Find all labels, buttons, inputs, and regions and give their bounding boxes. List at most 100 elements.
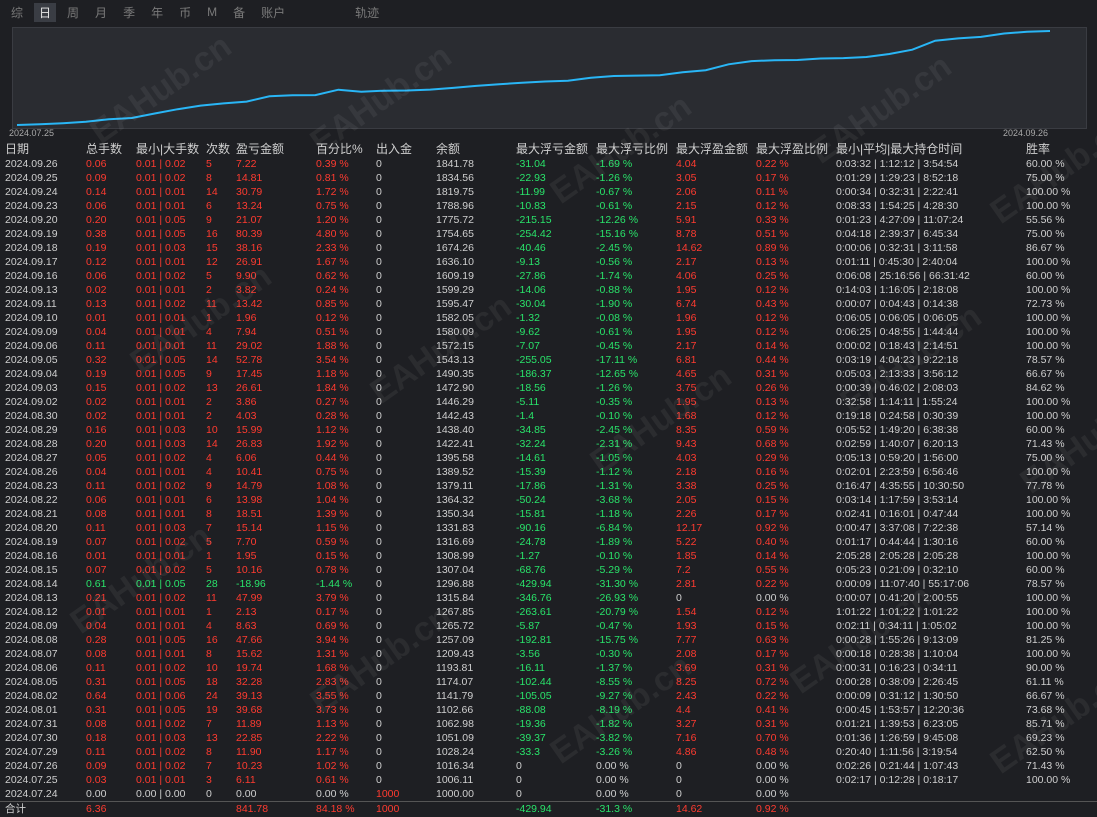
tab-9[interactable]: 账户 xyxy=(256,3,290,22)
cell-percent: 0.12 % xyxy=(316,312,349,324)
table-row[interactable]: 2024.08.21 0.08 0.01 | 0.01 8 18.51 1.39 % 0 13… xyxy=(0,507,1097,521)
table-row[interactable]: 2024.09.09 0.04 0.01 | 0.01 4 7.94 0.51 % 0 158… xyxy=(0,325,1097,339)
table-row[interactable]: 2024.07.30 0.18 0.01 | 0.03 13 22.85 2.22 % 0 1… xyxy=(0,731,1097,745)
tab-0[interactable]: 综 xyxy=(6,3,28,22)
table-row[interactable]: 2024.08.26 0.04 0.01 | 0.01 4 10.41 0.75 % 0 13… xyxy=(0,465,1097,479)
header-max-float-loss-pct[interactable]: 最大浮亏比例 xyxy=(596,141,668,157)
header-count[interactable]: 次数 xyxy=(206,141,230,157)
cell-percent: 2.22 % xyxy=(316,732,349,744)
header-date[interactable]: 日期 xyxy=(5,141,29,157)
table-row[interactable]: 2024.09.23 0.06 0.01 | 0.01 6 13.24 0.75 % 0 17… xyxy=(0,199,1097,213)
cell-max-float-profit: 2.26 xyxy=(676,508,697,520)
table-row[interactable]: 2024.09.10 0.01 0.01 | 0.01 1 1.96 0.12 % 0 158… xyxy=(0,311,1097,325)
table-row[interactable]: 2024.09.13 0.02 0.01 | 0.01 2 3.82 0.24 % 0 159… xyxy=(0,283,1097,297)
table-row[interactable]: 2024.08.05 0.31 0.01 | 0.05 18 32.28 2.83 % 0 1… xyxy=(0,675,1097,689)
cell-max-float-loss: -429.94 xyxy=(516,578,552,590)
table-row[interactable]: 2024.09.05 0.32 0.01 | 0.05 14 52.78 3.54 % 0 1… xyxy=(0,353,1097,367)
table-row[interactable]: 2024.07.25 0.03 0.01 | 0.01 3 6.11 0.61 % 0 100… xyxy=(0,773,1097,787)
table-row[interactable]: 2024.08.08 0.28 0.01 | 0.05 16 47.66 3.94 % 0 1… xyxy=(0,633,1097,647)
header-pnl[interactable]: 盈亏金额 xyxy=(236,141,284,157)
tab-8[interactable]: 备 xyxy=(228,3,250,22)
cell-max-float-profit-pct: 0.44 % xyxy=(756,354,789,366)
cell-max-float-loss: -33.3 xyxy=(516,746,540,758)
table-row[interactable]: 2024.08.02 0.64 0.01 | 0.06 24 39.13 3.55 % 0 1… xyxy=(0,689,1097,703)
table-row[interactable]: 2024.09.03 0.15 0.01 | 0.02 13 26.61 1.84 % 0 1… xyxy=(0,381,1097,395)
table-row[interactable]: 2024.08.07 0.08 0.01 | 0.01 8 15.62 1.31 % 0 12… xyxy=(0,647,1097,661)
header-percent[interactable]: 百分比% xyxy=(316,141,363,157)
cell-max-float-profit-pct: 0.12 % xyxy=(756,312,789,324)
cell-max-float-profit: 2.05 xyxy=(676,494,697,506)
cell-hold-time: 0:00:28 | 1:55:26 | 9:13:09 xyxy=(836,634,959,646)
cell-percent: 2.83 % xyxy=(316,676,349,688)
header-min-max-lots[interactable]: 最小|大手数 xyxy=(136,141,199,157)
tab-4[interactable]: 季 xyxy=(118,3,140,22)
table-row[interactable]: 2024.09.19 0.38 0.01 | 0.05 16 80.39 4.80 % 0 1… xyxy=(0,227,1097,241)
cell-percent: 0.39 % xyxy=(316,158,349,170)
table-row[interactable]: 2024.09.26 0.06 0.01 | 0.02 5 7.22 0.39 % 0 184… xyxy=(0,157,1097,171)
cell-date: 2024.08.27 xyxy=(5,452,58,464)
cell-hold-time: 0:00:09 | 11:07:40 | 55:17:06 xyxy=(836,578,970,590)
table-row[interactable]: 2024.08.28 0.20 0.01 | 0.03 14 26.83 1.92 % 0 1… xyxy=(0,437,1097,451)
table-row[interactable]: 2024.08.12 0.01 0.01 | 0.01 1 2.13 0.17 % 0 126… xyxy=(0,605,1097,619)
table-row[interactable]: 2024.08.29 0.16 0.01 | 0.03 10 15.99 1.12 % 0 1… xyxy=(0,423,1097,437)
cell-max-float-profit-pct: 0.22 % xyxy=(756,690,789,702)
table-row[interactable]: 2024.08.27 0.05 0.01 | 0.02 4 6.06 0.44 % 0 139… xyxy=(0,451,1097,465)
table-row[interactable]: 2024.09.06 0.11 0.01 | 0.01 11 29.02 1.88 % 0 1… xyxy=(0,339,1097,353)
table-row[interactable]: 2024.08.13 0.21 0.01 | 0.02 11 47.99 3.79 % 0 1… xyxy=(0,591,1097,605)
table-row[interactable]: 2024.08.14 0.61 0.01 | 0.05 28 -18.96 -1.44 %… xyxy=(0,577,1097,591)
table-row[interactable]: 2024.09.25 0.09 0.01 | 0.02 8 14.81 0.81 % 0 18… xyxy=(0,171,1097,185)
tab-10[interactable]: 轨迹 xyxy=(350,3,384,22)
table-row[interactable]: 2024.08.30 0.02 0.01 | 0.01 2 4.03 0.28 % 0 144… xyxy=(0,409,1097,423)
table-row[interactable]: 2024.08.22 0.06 0.01 | 0.01 6 13.98 1.04 % 0 13… xyxy=(0,493,1097,507)
cell-win-rate: 100.00 % xyxy=(1026,620,1071,632)
cell-date: 2024.09.04 xyxy=(5,368,58,380)
table-row[interactable]: 2024.09.17 0.12 0.01 | 0.01 12 26.91 1.67 % 0 1… xyxy=(0,255,1097,269)
cell-pnl: 26.83 xyxy=(236,438,263,450)
cell-deposit: 0 xyxy=(376,424,382,436)
table-row[interactable]: 2024.07.26 0.09 0.01 | 0.02 7 10.23 1.02 % 0 10… xyxy=(0,759,1097,773)
table-row[interactable]: 2024.09.20 0.20 0.01 | 0.05 9 21.07 1.20 % 0 17… xyxy=(0,213,1097,227)
table-row[interactable]: 2024.09.18 0.19 0.01 | 0.03 15 38.16 2.33 % 0 1… xyxy=(0,241,1097,255)
table-row[interactable]: 2024.08.19 0.07 0.01 | 0.02 5 7.70 0.59 % 0 131… xyxy=(0,535,1097,549)
table-row[interactable]: 2024.08.20 0.11 0.01 | 0.03 7 15.14 1.15 % 0 13… xyxy=(0,521,1097,535)
table-row[interactable]: 2024.08.06 0.11 0.01 | 0.02 10 19.74 1.68 % 0 1… xyxy=(0,661,1097,675)
cell-max-float-loss-pct: -1.90 % xyxy=(596,298,633,310)
table-row[interactable]: 2024.08.23 0.11 0.01 | 0.02 9 14.79 1.08 % 0 13… xyxy=(0,479,1097,493)
table-row[interactable]: 2024.07.24 0.00 0.00 | 0.00 0 0.00 0.00 % 1000… xyxy=(0,787,1097,801)
header-max-float-loss[interactable]: 最大浮亏金额 xyxy=(516,141,588,157)
cell-hold-time: 0:04:18 | 2:39:37 | 6:45:34 xyxy=(836,228,959,240)
header-hold-time[interactable]: 最小|平均|最大持仓时间 xyxy=(836,141,962,157)
table-row[interactable]: 2024.08.16 0.01 0.01 | 0.01 1 1.95 0.15 % 0 130… xyxy=(0,549,1097,563)
header-win-rate[interactable]: 胜率 xyxy=(1026,141,1050,157)
table-row[interactable]: 2024.09.04 0.19 0.01 | 0.05 9 17.45 1.18 % 0 14… xyxy=(0,367,1097,381)
cell-max-float-profit-pct: 0.13 % xyxy=(756,396,789,408)
header-total-lots[interactable]: 总手数 xyxy=(86,141,122,157)
header-max-float-profit[interactable]: 最大浮盈金额 xyxy=(676,141,748,157)
table-row[interactable]: 2024.07.31 0.08 0.01 | 0.02 7 11.89 1.13 % 0 10… xyxy=(0,717,1097,731)
tab-3[interactable]: 月 xyxy=(90,3,112,22)
cell-max-float-profit: 1.85 xyxy=(676,550,697,562)
tab-1[interactable]: 日 xyxy=(34,2,57,22)
table-row[interactable]: 2024.07.29 0.11 0.01 | 0.02 8 11.90 1.17 % 0 10… xyxy=(0,745,1097,759)
tab-2[interactable]: 周 xyxy=(62,3,84,22)
tab-5[interactable]: 年 xyxy=(146,3,168,22)
table-row[interactable]: 2024.09.24 0.14 0.01 | 0.01 14 30.79 1.72 % 0 1… xyxy=(0,185,1097,199)
cell-max-float-profit-pct: 0.31 % xyxy=(756,718,789,730)
cell-pnl: 38.16 xyxy=(236,242,263,254)
table-row[interactable]: 2024.09.16 0.06 0.01 | 0.02 5 9.90 0.62 % 0 160… xyxy=(0,269,1097,283)
cell-percent: 1.13 % xyxy=(316,718,349,730)
cell-balance: 1595.47 xyxy=(436,298,474,310)
cell-total-lots: 0.00 xyxy=(86,788,107,800)
header-deposit[interactable]: 出入金 xyxy=(376,141,412,157)
table-row[interactable]: 2024.08.09 0.04 0.01 | 0.01 4 8.63 0.69 % 0 126… xyxy=(0,619,1097,633)
cell-count: 28 xyxy=(206,578,218,590)
tab-7[interactable]: M xyxy=(202,4,222,20)
header-balance[interactable]: 余额 xyxy=(436,141,460,157)
table-row[interactable]: 2024.09.11 0.13 0.01 | 0.02 11 13.42 0.85 % 0 1… xyxy=(0,297,1097,311)
table-row[interactable]: 2024.08.15 0.07 0.01 | 0.02 5 10.16 0.78 % 0 13… xyxy=(0,563,1097,577)
table-row[interactable]: 2024.09.02 0.02 0.01 | 0.01 2 3.86 0.27 % 0 144… xyxy=(0,395,1097,409)
table-row[interactable]: 2024.08.01 0.31 0.01 | 0.05 19 39.68 3.73 % 0 1… xyxy=(0,703,1097,717)
cell-date: 2024.09.09 xyxy=(5,326,58,338)
header-max-float-profit-pct[interactable]: 最大浮盈比例 xyxy=(756,141,828,157)
tab-6[interactable]: 币 xyxy=(174,3,196,22)
